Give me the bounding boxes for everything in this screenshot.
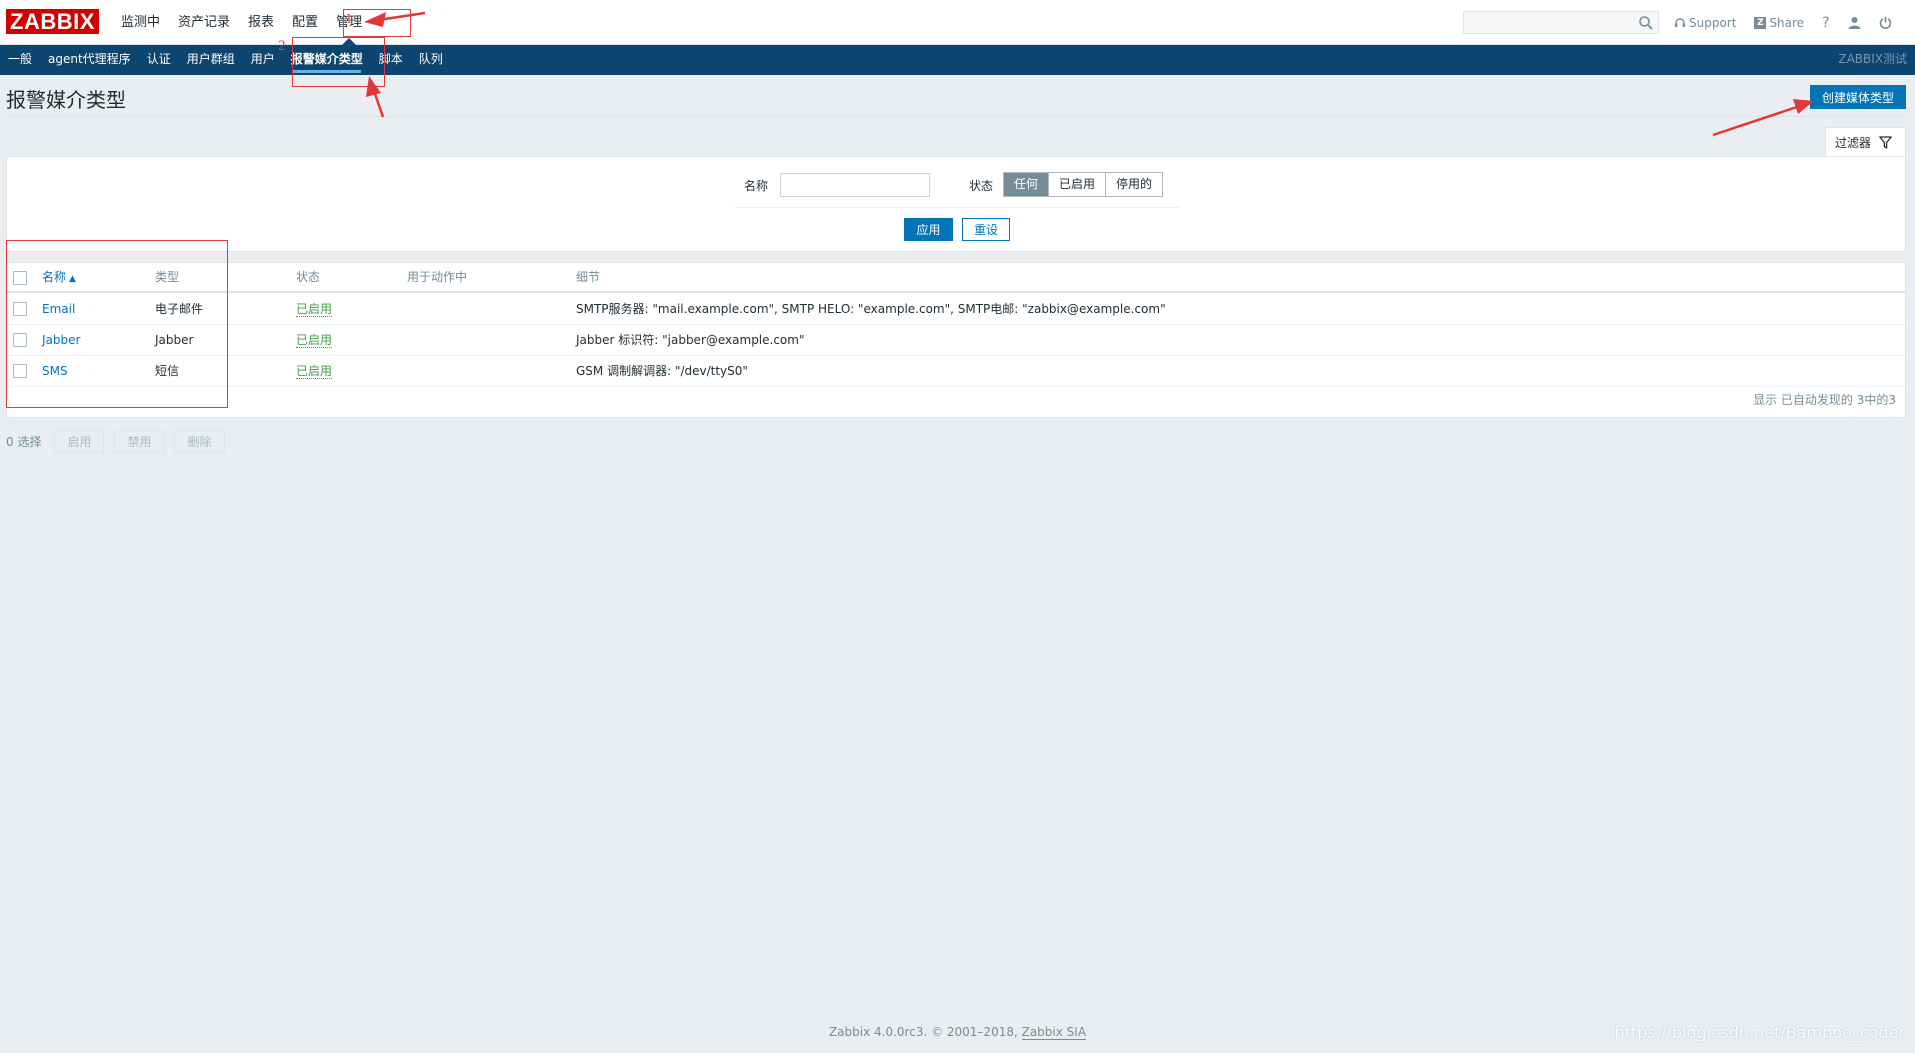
subnav-proxies[interactable]: agent代理程序	[40, 45, 139, 75]
title-divider	[6, 116, 1906, 117]
status-toggle[interactable]: 已启用	[296, 302, 333, 317]
status-option-disabled[interactable]: 停用的	[1105, 173, 1163, 196]
server-name: ZABBIX测试	[1838, 52, 1907, 66]
status-cell: 已启用	[296, 294, 333, 324]
filter-divider	[735, 207, 1179, 208]
search-icon[interactable]	[1638, 15, 1654, 31]
filter-name-label: 名称	[744, 179, 769, 193]
help-icon[interactable]: ?	[1822, 15, 1829, 31]
subnav-user-groups[interactable]: 用户群组	[179, 45, 243, 75]
annotation-step-2: 2	[278, 38, 286, 54]
column-status: 状态	[296, 270, 321, 284]
nav-reports[interactable]: 报表	[239, 0, 283, 45]
annotation-box-media-types	[292, 37, 385, 87]
filter-apply-button[interactable]: 应用	[904, 218, 953, 241]
selected-count: 0 选择	[6, 435, 42, 449]
zabbix-logo[interactable]: ZABBIX	[6, 9, 99, 34]
mass-actions: 0 选择 启用 禁用 删除	[6, 430, 235, 453]
annotation-arrow-2	[371, 87, 385, 118]
filter-panel: 名称 状态 任何 已启用 停用的 应用 重设	[6, 156, 1906, 252]
status-toggle[interactable]: 已启用	[296, 364, 333, 379]
footer-company-link[interactable]: Zabbix SIA	[1021, 1025, 1087, 1040]
mass-disable-button[interactable]: 禁用	[114, 430, 165, 453]
share-icon: Z	[1754, 16, 1767, 29]
table-header: 名称 ▲ 类型 状态 用于动作中 细节	[7, 263, 1905, 293]
filter-status-segmented: 任何 已启用 停用的	[1003, 172, 1164, 197]
status-cell: 已启用	[296, 356, 333, 386]
annotation-arrow-3	[1712, 104, 1801, 137]
filter-name-input[interactable]	[780, 173, 930, 197]
media-type-details: SMTP服务器: "mail.example.com", SMTP HELO: …	[576, 302, 1166, 316]
media-type-details: Jabber 标识符: "jabber@example.com"	[576, 333, 805, 347]
media-types-table: 名称 ▲ 类型 状态 用于动作中 细节 Email 电子邮件 已启用 SMTP服务…	[6, 262, 1906, 418]
status-cell: 已启用	[296, 325, 333, 355]
table-row: SMS 短信 已启用 GSM 调制解调器: "/dev/ttyS0"	[7, 356, 1905, 387]
header-links: Support Z Share ?	[1674, 0, 1910, 45]
filter-tab[interactable]: 过滤器	[1825, 127, 1906, 157]
user-icon[interactable]	[1848, 16, 1861, 29]
share-label: Share	[1769, 15, 1805, 30]
mass-enable-button[interactable]: 启用	[54, 430, 105, 453]
annotation-step-1: 1	[345, 11, 353, 27]
footer-copyright: Zabbix 4.0.0rc3. © 2001–2018,	[828, 1025, 1022, 1039]
table-row: Email 电子邮件 已启用 SMTP服务器: "mail.example.co…	[7, 294, 1905, 325]
nav-inventory[interactable]: 资产记录	[169, 0, 239, 45]
search-input[interactable]	[1464, 12, 1634, 33]
page-title: 报警媒介类型	[6, 88, 126, 112]
mass-delete-button[interactable]: 删除	[174, 430, 225, 453]
subnav-users[interactable]: 用户	[243, 45, 283, 75]
filter-status-label: 状态	[969, 179, 994, 193]
status-option-any[interactable]: 任何	[1004, 173, 1049, 196]
subnav-authentication[interactable]: 认证	[139, 45, 179, 75]
watermark: https://blog.csdn.net/Bamboo_coder	[1614, 1023, 1905, 1042]
nav-monitoring[interactable]: 监测中	[112, 0, 169, 45]
status-toggle[interactable]: 已启用	[296, 333, 333, 348]
filter-tab-label: 过滤器	[1835, 136, 1872, 150]
subnav-queue[interactable]: 队列	[411, 45, 451, 75]
power-icon[interactable]	[1879, 16, 1892, 29]
filter-reset-button[interactable]: 重设	[962, 218, 1010, 241]
share-link[interactable]: Z Share	[1754, 16, 1804, 30]
top-bar: ZABBIX 监测中 资产记录 报表 配置 管理 Support Z Share…	[0, 0, 1915, 45]
support-link[interactable]: Support	[1674, 16, 1736, 30]
subnav-general[interactable]: 一般	[0, 45, 40, 75]
filter-icon	[1879, 136, 1892, 149]
table-row: Jabber Jabber 已启用 Jabber 标识符: "jabber@ex…	[7, 325, 1905, 356]
annotation-box-admin	[343, 9, 411, 37]
create-media-type-button[interactable]: 创建媒体类型	[1810, 85, 1906, 109]
headset-icon	[1675, 17, 1685, 27]
table-stats: 显示 已自动发现的 3中的3	[1753, 393, 1896, 407]
status-option-enabled[interactable]: 已启用	[1048, 173, 1106, 196]
global-search	[1463, 11, 1659, 34]
support-label: Support	[1689, 15, 1737, 30]
column-details: 细节	[576, 270, 601, 284]
sub-nav: 一般 agent代理程序 认证 用户群组 用户 报警媒介类型 脚本 队列 ZAB…	[0, 45, 1915, 75]
column-used-in-actions: 用于动作中	[407, 270, 468, 284]
media-type-details: GSM 调制解调器: "/dev/ttyS0"	[576, 364, 748, 378]
annotation-box-list	[6, 240, 228, 408]
